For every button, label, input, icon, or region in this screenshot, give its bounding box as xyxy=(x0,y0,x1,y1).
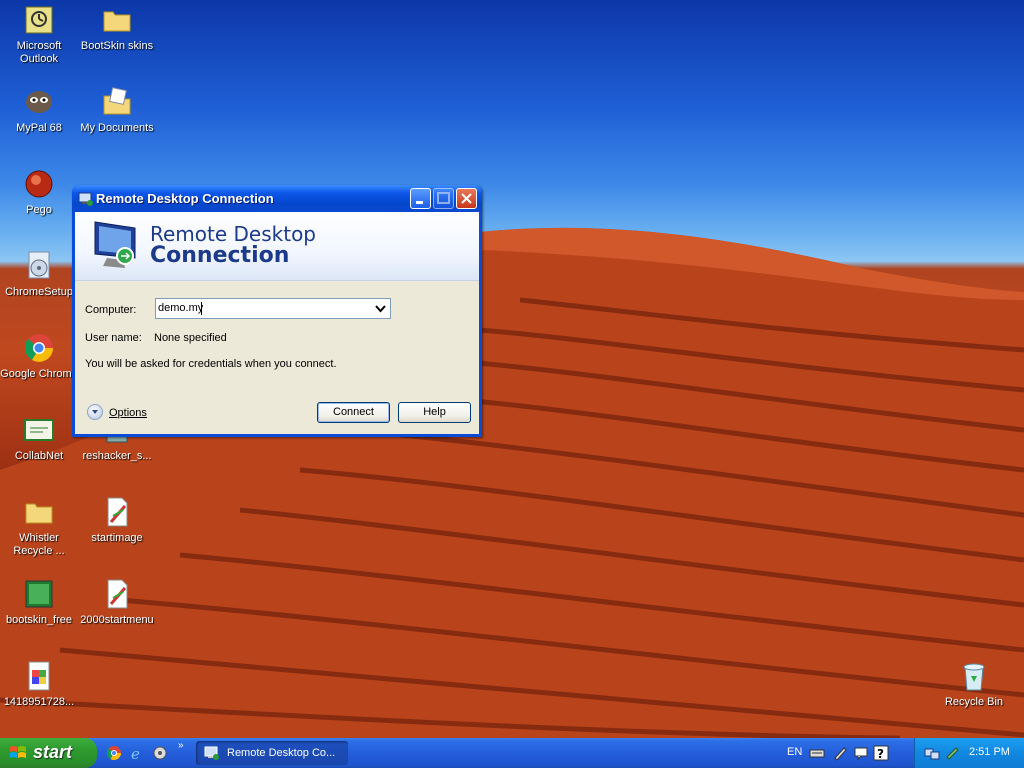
folder-icon xyxy=(101,4,133,36)
quicklaunch-expand-icon[interactable]: » xyxy=(178,740,184,751)
desktop-icon-2000startmenu[interactable]: 2000startmenu xyxy=(78,578,156,627)
language-indicator[interactable]: EN xyxy=(787,746,802,758)
username-label: User name: xyxy=(85,332,142,344)
computer-label: Computer: xyxy=(85,304,137,316)
desktop-icon-my-documents[interactable]: My Documents xyxy=(78,86,156,135)
image-file-icon xyxy=(23,660,55,692)
pen-icon[interactable] xyxy=(832,745,848,761)
recycle-bin-icon xyxy=(958,660,990,692)
minimize-button[interactable] xyxy=(410,188,431,209)
notification-area: 2:51 PM xyxy=(914,738,1024,768)
maximize-button xyxy=(433,188,454,209)
rdc-banner: Remote Desktop Connection xyxy=(75,212,479,281)
network-icon[interactable] xyxy=(924,745,940,761)
svg-text:e: e xyxy=(131,745,140,761)
icon-label: My Documents xyxy=(80,122,154,134)
desktop-icon-bootskin-free[interactable]: bootskin_free xyxy=(0,578,78,627)
icon-label: bootskin_free xyxy=(5,614,73,626)
paint-file-icon xyxy=(101,578,133,610)
start-button[interactable]: start xyxy=(0,738,97,768)
mypal-icon xyxy=(23,86,55,118)
quicklaunch-chrome-icon[interactable] xyxy=(106,745,122,761)
start-label: start xyxy=(33,742,73,762)
window-title: Remote Desktop Connection xyxy=(96,191,274,206)
desktop-icon-outlook[interactable]: Microsoft Outlook xyxy=(0,4,78,66)
language-bar: EN ? xyxy=(781,738,915,768)
username-value: None specified xyxy=(154,332,227,344)
text-caret xyxy=(201,302,202,315)
installer-icon xyxy=(23,250,55,282)
help-icon[interactable]: ? xyxy=(873,745,889,761)
quicklaunch-settings-icon[interactable] xyxy=(152,745,168,761)
desktop-icon-pego[interactable]: Pego xyxy=(0,168,78,217)
desktop: Microsoft Outlook MyPal 68 Pego ChromeSe… xyxy=(0,0,1024,738)
icon-label: Recycle Bin xyxy=(944,696,1004,708)
icon-label: CollabNet xyxy=(14,450,64,462)
banner-title-line2: Connection xyxy=(150,243,290,268)
remote-desktop-monitor-icon xyxy=(89,216,141,272)
outlook-icon xyxy=(23,4,55,36)
desktop-icon-startimage[interactable]: startimage xyxy=(78,496,156,545)
desktop-icon-collabnet[interactable]: CollabNet xyxy=(0,414,78,463)
windows-logo-icon xyxy=(10,746,26,758)
options-label: Options xyxy=(109,407,147,419)
computer-value: demo.my xyxy=(158,302,204,314)
clock[interactable]: 2:51 PM xyxy=(969,746,1010,758)
paint-file-icon xyxy=(101,496,133,528)
desktop-icon-chrome[interactable]: Google Chrome xyxy=(0,332,78,381)
pego-icon xyxy=(23,168,55,200)
icon-label: MyPal 68 xyxy=(16,122,62,134)
close-button[interactable] xyxy=(456,188,477,209)
dropdown-button[interactable] xyxy=(372,300,389,317)
icon-label: 2000startmenu xyxy=(80,614,154,626)
chevron-down-icon xyxy=(375,305,386,313)
taskbar-button-remote-desktop[interactable]: Remote Desktop Co... xyxy=(196,741,348,765)
icon-label: Microsoft Outlook xyxy=(16,40,62,65)
desktop-icon-recycle-bin[interactable]: Recycle Bin xyxy=(935,660,1013,709)
safely-remove-icon[interactable] xyxy=(944,745,960,761)
icon-label: Pego xyxy=(26,204,52,216)
remote-desktop-window: Remote Desktop Connection Remote Desktop… xyxy=(72,185,482,437)
window-client-area: Remote Desktop Connection Computer: demo… xyxy=(75,212,479,434)
remote-desktop-icon xyxy=(204,745,220,761)
window-titlebar[interactable]: Remote Desktop Connection xyxy=(72,185,482,212)
icon-label: startimage xyxy=(91,532,143,544)
desktop-icon-chromesetup[interactable]: ChromeSetup xyxy=(0,250,78,299)
icon-label: ChromeSetup xyxy=(5,286,73,298)
help-button[interactable]: Help xyxy=(398,402,471,423)
image-file-icon xyxy=(23,578,55,610)
desktop-icon-whistler[interactable]: Whistler Recycle ... xyxy=(0,496,78,558)
computer-combobox[interactable]: demo.my xyxy=(155,298,391,319)
credentials-note: You will be asked for credentials when y… xyxy=(85,358,337,370)
icon-label: 1418951728... xyxy=(3,696,75,708)
documents-folder-icon xyxy=(101,86,133,118)
connect-button[interactable]: Connect xyxy=(317,402,390,423)
desktop-icon-bootskin-skins[interactable]: BootSkin skins xyxy=(78,4,156,53)
expand-icon xyxy=(87,404,103,420)
taskbar-button-label: Remote Desktop Co... xyxy=(227,747,336,759)
desktop-icon-file-1418951728[interactable]: 1418951728... xyxy=(0,660,78,709)
quicklaunch-ie-icon[interactable]: e xyxy=(129,745,145,763)
remote-desktop-icon xyxy=(78,191,94,207)
folder-icon xyxy=(23,496,55,528)
icon-label: Google Chrome xyxy=(0,368,78,380)
icon-label: reshacker_s... xyxy=(82,450,152,462)
svg-text:?: ? xyxy=(877,747,884,761)
taskbar: start e » Remote Desktop Co... EN ? 2:51… xyxy=(0,738,1024,768)
icon-label: BootSkin skins xyxy=(80,40,154,52)
certificate-icon xyxy=(23,414,55,446)
chrome-icon xyxy=(23,332,55,364)
icon-label: Whistler Recycle ... xyxy=(13,532,65,557)
close-icon xyxy=(461,193,472,204)
keyboard-icon[interactable] xyxy=(809,745,825,761)
desktop-icon-mypal[interactable]: MyPal 68 xyxy=(0,86,78,135)
speech-icon[interactable] xyxy=(853,745,869,761)
